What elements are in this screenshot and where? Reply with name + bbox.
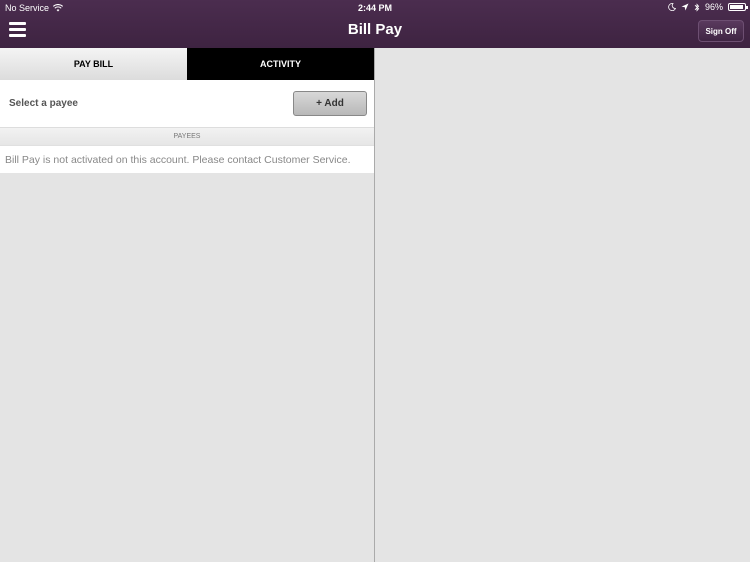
status-right: 96% [668,2,748,12]
page-title: Bill Pay [347,21,403,38]
status-time: 2:44 PM [357,3,392,13]
bill-pay-not-activated-message: Bill Pay is not activated on this accoun… [0,146,374,173]
bluetooth-icon [694,2,700,12]
tab-bar: PAY BILL ACTIVITY [0,48,374,80]
bill-pay-panel: PAY BILL ACTIVITY Select a payee + Add P… [0,48,375,562]
top-bar: No Service 2:44 PM 96% Bill Pay Sign Off [0,0,750,48]
battery-percent: 96% [704,2,723,12]
tab-pay-bill[interactable]: PAY BILL [0,48,187,80]
add-payee-button[interactable]: + Add [293,91,367,116]
sign-off-button[interactable]: Sign Off [698,20,744,42]
battery-fill [730,5,744,9]
payee-selector-row[interactable]: Select a payee + Add [0,80,374,128]
moon-icon [668,3,676,11]
detail-panel [376,48,750,562]
status-bar: No Service 2:44 PM 96% [0,0,750,16]
battery-icon [728,3,748,11]
location-arrow-icon [681,3,689,11]
nav-bar: Bill Pay Sign Off [0,16,750,48]
tab-activity[interactable]: ACTIVITY [187,48,374,80]
payees-section-header: PAYEES [0,128,374,146]
select-payee-label: Select a payee [9,98,78,109]
